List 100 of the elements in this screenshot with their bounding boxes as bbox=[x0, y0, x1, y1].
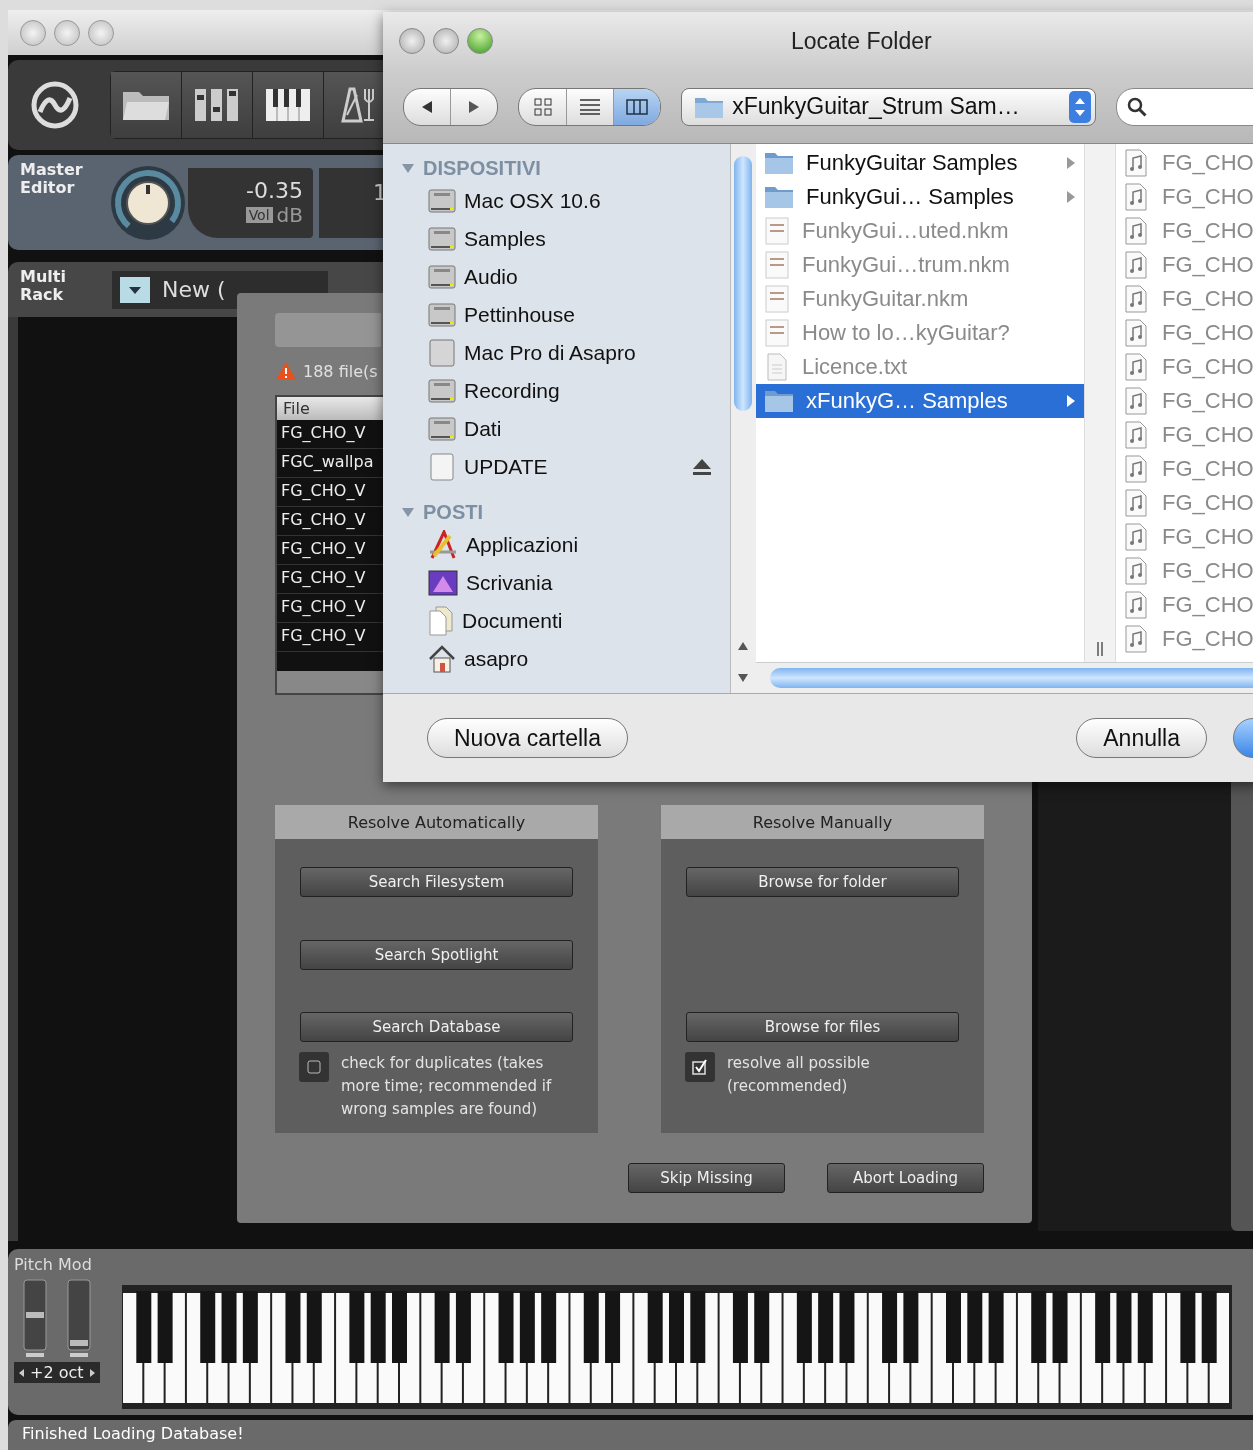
resolve-button[interactable]: Browse for folder bbox=[686, 867, 959, 897]
close-button[interactable] bbox=[399, 28, 425, 54]
file-browser-row[interactable]: xFunkyG… Samples bbox=[756, 384, 1084, 418]
preset-name: New ( bbox=[162, 277, 226, 302]
window-control-button[interactable] bbox=[54, 19, 80, 46]
collapse-triangle-icon[interactable] bbox=[401, 161, 415, 175]
columns-icon bbox=[626, 98, 649, 115]
dialog-button[interactable]: Skip Missing bbox=[628, 1163, 785, 1193]
sidebar-item[interactable]: Scrivania bbox=[383, 564, 730, 602]
audio-file-icon bbox=[1124, 523, 1148, 551]
resolve-button[interactable]: Search Filesystem bbox=[300, 867, 573, 897]
audio-file-icon bbox=[1124, 183, 1148, 211]
missing-count: 188 file(s bbox=[303, 361, 378, 381]
back-arrow-icon bbox=[420, 99, 435, 114]
search-icon bbox=[1127, 96, 1148, 117]
sidebar-item[interactable]: asapro bbox=[383, 640, 730, 678]
sidebar-item[interactable]: UPDATE bbox=[383, 448, 730, 486]
computer-icon bbox=[428, 339, 456, 367]
chevron-icon bbox=[1066, 190, 1076, 204]
dropdown-icon bbox=[120, 276, 150, 303]
horizontal-scrollbar[interactable] bbox=[277, 671, 383, 693]
stepper-icon bbox=[1069, 90, 1092, 123]
audio-file-icon bbox=[1124, 625, 1148, 653]
audio-file-icon bbox=[1124, 251, 1148, 279]
search-field[interactable] bbox=[1116, 87, 1253, 126]
mixer-button[interactable] bbox=[182, 72, 253, 138]
eject-icon[interactable] bbox=[692, 458, 712, 476]
document-icon bbox=[764, 319, 790, 347]
panel-label: Multi Rack bbox=[20, 268, 67, 304]
document-icon bbox=[764, 285, 790, 313]
house-icon bbox=[428, 645, 456, 673]
browser-button[interactable] bbox=[111, 72, 182, 138]
document-icon bbox=[764, 251, 790, 279]
columns-view-button[interactable] bbox=[613, 88, 661, 125]
audio-file-icon bbox=[1124, 557, 1148, 585]
octave-control[interactable]: +2 oct bbox=[14, 1362, 100, 1383]
window-control-button[interactable] bbox=[88, 19, 114, 46]
sidebar-item[interactable]: Mac OSX 10.6 bbox=[383, 182, 730, 220]
option-label: check for duplicates (takes more time; recommended if wrong samples are found) bbox=[341, 1053, 553, 1120]
document-icon bbox=[428, 606, 454, 636]
sidebar-item[interactable]: Mac Pro di Asapro bbox=[383, 334, 730, 372]
piano-keyboard-drawing[interactable] bbox=[121, 1285, 1232, 1409]
minimize-button[interactable] bbox=[433, 28, 459, 54]
audio-file-icon bbox=[1124, 591, 1148, 619]
grid-icon bbox=[533, 97, 552, 116]
chevron-icon bbox=[1066, 156, 1076, 170]
column-resize-handle[interactable] bbox=[1096, 642, 1104, 656]
audio-file-icon bbox=[1124, 421, 1148, 449]
checkbox[interactable] bbox=[299, 1052, 329, 1082]
logo-icon[interactable] bbox=[30, 80, 80, 130]
chevron-icon bbox=[1066, 394, 1076, 408]
file-browser-row[interactable]: FunkyGui… Samples bbox=[756, 180, 1084, 214]
dialog-button[interactable]: Abort Loading bbox=[827, 1163, 984, 1193]
cancel-button[interactable]: Annulla bbox=[1076, 718, 1207, 758]
audio-file-icon bbox=[1124, 149, 1148, 177]
resolve-button[interactable]: Search Spotlight bbox=[300, 939, 573, 970]
text-file-icon bbox=[764, 353, 790, 381]
file-browser-row[interactable]: FunkyGuitar Samples bbox=[756, 146, 1084, 180]
sidebar-item[interactable]: Documenti bbox=[383, 602, 730, 640]
audio-file-icon bbox=[1124, 353, 1148, 381]
resolve-button[interactable]: Browse for files bbox=[686, 1012, 959, 1042]
panel-label: Master Editor bbox=[20, 161, 84, 197]
warning-icon bbox=[275, 361, 297, 381]
piano-keys-icon bbox=[265, 88, 311, 122]
column-header[interactable]: File bbox=[277, 397, 383, 420]
audio-file-icon bbox=[1124, 285, 1148, 313]
resolve-button[interactable]: Search Database bbox=[300, 1012, 573, 1042]
sidebar-item[interactable]: Dati bbox=[383, 410, 730, 448]
path-dropdown[interactable]: xFunkyGuitar_Strum Sam… bbox=[681, 87, 1097, 126]
checkbox[interactable] bbox=[685, 1052, 715, 1082]
list-icon bbox=[579, 98, 600, 115]
keyboard-button[interactable] bbox=[253, 72, 324, 138]
right-arrow-icon bbox=[87, 1367, 96, 1378]
sidebar-item[interactable]: Audio bbox=[383, 258, 730, 296]
unit-label: dB bbox=[276, 203, 303, 227]
new-folder-button[interactable]: Nuova cartella bbox=[427, 718, 629, 758]
window-control-button[interactable] bbox=[20, 19, 46, 46]
faders-icon bbox=[193, 87, 241, 123]
volume-value: -0.35 bbox=[246, 178, 303, 203]
option-label: resolve all possible (recommended) bbox=[727, 1053, 871, 1097]
audio-file-icon bbox=[1124, 489, 1148, 517]
folder-icon bbox=[764, 185, 794, 209]
horizontal-scrollbar[interactable] bbox=[756, 662, 1253, 693]
audio-file-icon bbox=[1124, 455, 1148, 483]
left-arrow-icon bbox=[18, 1367, 26, 1378]
panel-header: Resolve Automatically bbox=[275, 805, 598, 839]
sidebar-item[interactable]: Recording bbox=[383, 372, 730, 410]
vertical-scrollbar[interactable] bbox=[730, 144, 756, 693]
audio-file-icon bbox=[1124, 319, 1148, 347]
collapse-triangle-icon[interactable] bbox=[401, 505, 415, 519]
sidebar-heading: DISPOSITIVI bbox=[423, 156, 541, 180]
sidebar-item[interactable]: Applicazioni bbox=[383, 526, 730, 564]
document-icon bbox=[764, 217, 790, 245]
sidebar-item[interactable]: Samples bbox=[383, 220, 730, 258]
path-field[interactable] bbox=[275, 313, 381, 347]
window-title: Locate Folder bbox=[791, 27, 932, 55]
volume-tag: Vol bbox=[245, 207, 273, 223]
sidebar-item[interactable]: Pettinhouse bbox=[383, 296, 730, 334]
zoom-button[interactable] bbox=[467, 28, 493, 54]
desktop-icon bbox=[428, 570, 458, 596]
